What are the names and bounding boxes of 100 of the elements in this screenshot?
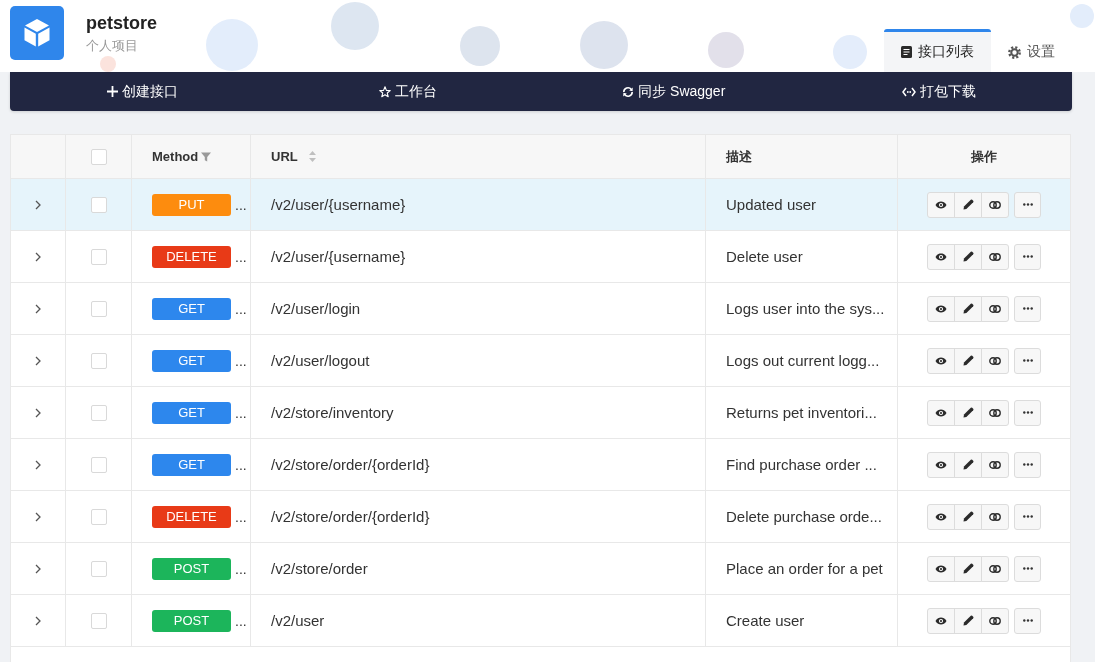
edit-button[interactable] bbox=[954, 295, 982, 322]
plus-icon bbox=[107, 86, 119, 97]
link-icon bbox=[989, 304, 1001, 313]
more-button[interactable] bbox=[1014, 399, 1041, 426]
select-all-checkbox[interactable] bbox=[90, 148, 107, 165]
filter-icon[interactable] bbox=[201, 151, 212, 162]
document-icon bbox=[901, 46, 912, 58]
column-header: 描述 bbox=[726, 147, 752, 166]
project-title: petstore bbox=[86, 12, 157, 34]
ellipsis-icon bbox=[1022, 515, 1033, 518]
description-cell: Delete purchase orde... bbox=[706, 491, 898, 542]
edit-button[interactable] bbox=[954, 243, 982, 270]
view-button[interactable] bbox=[927, 451, 955, 478]
more-methods-text: ... bbox=[235, 560, 247, 577]
link-icon bbox=[989, 356, 1001, 365]
more-button[interactable] bbox=[1014, 191, 1041, 218]
more-button[interactable] bbox=[1014, 295, 1041, 322]
edit-button[interactable] bbox=[954, 399, 982, 426]
view-button[interactable] bbox=[927, 347, 955, 374]
method-badge: POST bbox=[152, 557, 231, 580]
url-cell: /v2/user/{username} bbox=[251, 231, 706, 282]
more-button[interactable] bbox=[1014, 451, 1041, 478]
view-button[interactable] bbox=[927, 607, 955, 634]
cube-logo-icon bbox=[10, 6, 64, 60]
edit-button[interactable] bbox=[954, 503, 982, 530]
ellipsis-icon bbox=[1022, 463, 1033, 466]
row-checkbox[interactable] bbox=[90, 508, 107, 525]
view-button[interactable] bbox=[927, 243, 955, 270]
more-methods-text: ... bbox=[235, 404, 247, 421]
chevron-right-icon[interactable] bbox=[35, 615, 41, 626]
eye-icon bbox=[935, 252, 947, 261]
copy-link-button[interactable] bbox=[981, 451, 1009, 478]
chevron-right-icon[interactable] bbox=[35, 459, 41, 470]
copy-link-button[interactable] bbox=[981, 555, 1009, 582]
view-button[interactable] bbox=[927, 399, 955, 426]
row-checkbox[interactable] bbox=[90, 560, 107, 577]
method-badge: DELETE bbox=[152, 505, 231, 528]
row-checkbox[interactable] bbox=[90, 612, 107, 629]
sync-swagger-button[interactable]: 同步 Swagger bbox=[622, 82, 726, 101]
gear-icon bbox=[1008, 45, 1021, 59]
eye-icon bbox=[935, 356, 947, 365]
description-cell: Updated user bbox=[706, 179, 898, 230]
copy-link-button[interactable] bbox=[981, 191, 1009, 218]
url-cell: /v2/store/order/{orderId} bbox=[251, 439, 706, 490]
eye-icon bbox=[935, 460, 947, 469]
chevron-right-icon[interactable] bbox=[35, 563, 41, 574]
chevron-right-icon[interactable] bbox=[35, 355, 41, 366]
edit-button[interactable] bbox=[954, 191, 982, 218]
chevron-right-icon[interactable] bbox=[35, 199, 41, 210]
method-badge: GET bbox=[152, 349, 231, 372]
edit-button[interactable] bbox=[954, 451, 982, 478]
row-checkbox[interactable] bbox=[90, 196, 107, 213]
link-icon bbox=[989, 564, 1001, 573]
row-checkbox[interactable] bbox=[90, 456, 107, 473]
edit-button[interactable] bbox=[954, 347, 982, 374]
row-checkbox[interactable] bbox=[90, 404, 107, 421]
method-badge: DELETE bbox=[152, 245, 231, 268]
view-button[interactable] bbox=[927, 503, 955, 530]
copy-link-button[interactable] bbox=[981, 399, 1009, 426]
pencil-icon bbox=[962, 407, 974, 418]
eye-icon bbox=[935, 200, 947, 209]
description-cell: Logs user into the sys... bbox=[706, 283, 898, 334]
background-bubble bbox=[206, 19, 258, 71]
copy-link-button[interactable] bbox=[981, 243, 1009, 270]
edit-button[interactable] bbox=[954, 555, 982, 582]
method-badge: PUT bbox=[152, 193, 231, 216]
tab[interactable]: 接口列表 bbox=[884, 29, 991, 72]
eye-icon bbox=[935, 616, 947, 625]
more-button[interactable] bbox=[1014, 607, 1041, 634]
more-methods-text: ... bbox=[235, 508, 247, 525]
pencil-icon bbox=[962, 199, 974, 210]
view-button[interactable] bbox=[927, 555, 955, 582]
view-button[interactable] bbox=[927, 295, 955, 322]
row-checkbox[interactable] bbox=[90, 248, 107, 265]
row-checkbox[interactable] bbox=[90, 352, 107, 369]
copy-link-button[interactable] bbox=[981, 607, 1009, 634]
description-cell: Place an order for a pet bbox=[706, 543, 898, 594]
more-button[interactable] bbox=[1014, 503, 1041, 530]
more-button[interactable] bbox=[1014, 243, 1041, 270]
edit-button[interactable] bbox=[954, 607, 982, 634]
row-checkbox[interactable] bbox=[90, 300, 107, 317]
chevron-right-icon[interactable] bbox=[35, 251, 41, 262]
view-button[interactable] bbox=[927, 191, 955, 218]
background-bubble bbox=[100, 56, 116, 72]
eye-icon bbox=[935, 512, 947, 521]
chevron-right-icon[interactable] bbox=[35, 407, 41, 418]
more-methods-text: ... bbox=[235, 196, 247, 213]
chevron-right-icon[interactable] bbox=[35, 511, 41, 522]
tab[interactable]: 设置 bbox=[991, 29, 1072, 72]
copy-link-button[interactable] bbox=[981, 295, 1009, 322]
background-bubble bbox=[1070, 4, 1094, 28]
download-button[interactable]: 打包下载 bbox=[902, 82, 977, 101]
create-api-button[interactable]: 创建接口 bbox=[107, 82, 179, 101]
more-button[interactable] bbox=[1014, 347, 1041, 374]
chevron-right-icon[interactable] bbox=[35, 303, 41, 314]
workbench-button[interactable]: 工作台 bbox=[379, 82, 438, 101]
link-icon bbox=[989, 408, 1001, 417]
copy-link-button[interactable] bbox=[981, 503, 1009, 530]
more-button[interactable] bbox=[1014, 555, 1041, 582]
copy-link-button[interactable] bbox=[981, 347, 1009, 374]
